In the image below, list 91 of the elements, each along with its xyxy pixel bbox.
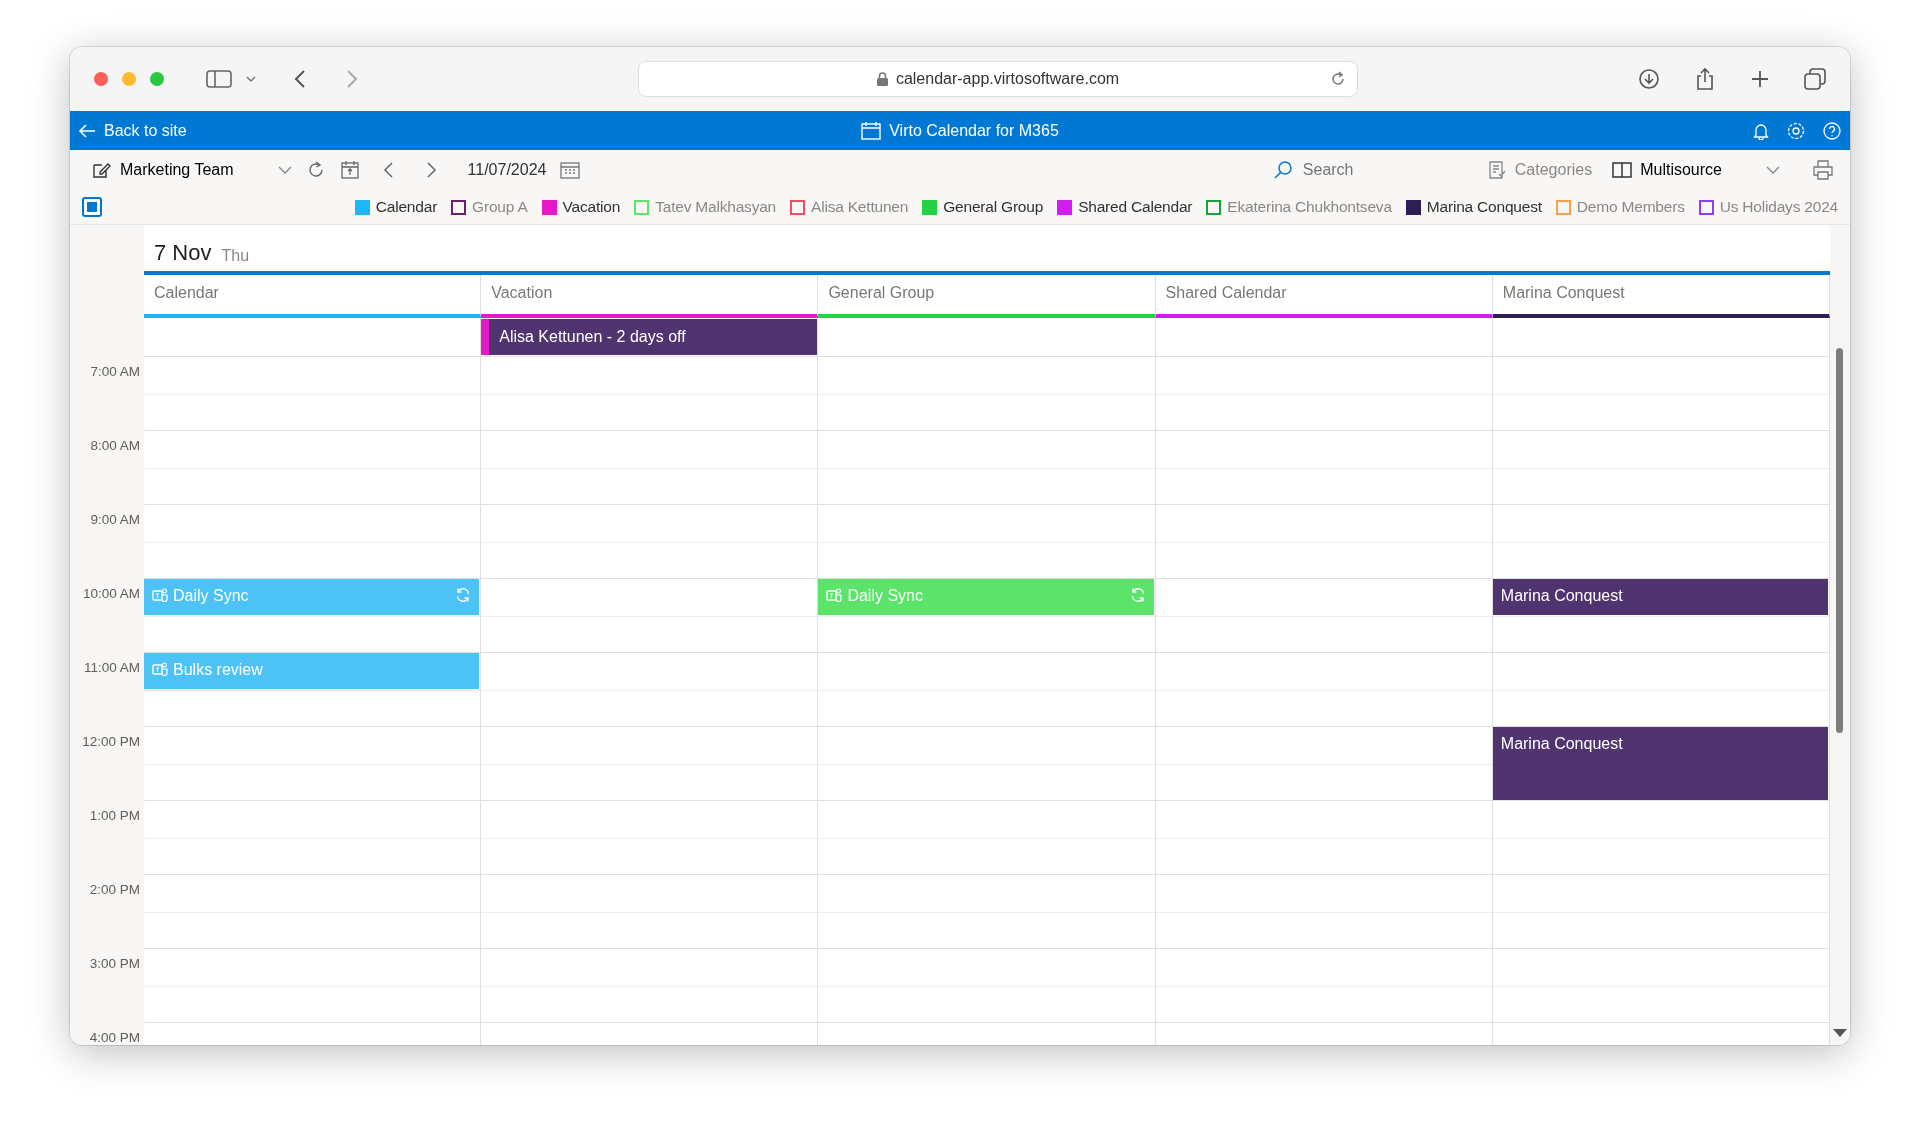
legend-swatch[interactable] — [354, 199, 370, 215]
chevron-down-icon[interactable] — [246, 75, 256, 83]
column-header: Shared Calendar — [1155, 275, 1493, 318]
legend-item[interactable]: Shared Calendar — [1057, 195, 1193, 219]
sidebar-icon[interactable] — [206, 69, 232, 89]
legend-swatch[interactable] — [1698, 199, 1714, 215]
url-text: calendar-app.virtosoftware.com — [895, 69, 1120, 89]
teams-icon — [152, 587, 168, 603]
calendar-icon[interactable] — [560, 161, 581, 179]
legend-label: Shared Calendar — [1078, 197, 1193, 218]
legend-label: Group A — [472, 197, 528, 218]
today-icon[interactable] — [339, 160, 360, 180]
time-label: 8:00 AM — [89, 437, 141, 455]
print-icon[interactable] — [1812, 159, 1834, 181]
teams-icon — [826, 587, 843, 603]
weekday: Thu — [221, 246, 250, 266]
back-link[interactable]: Back to site — [78, 118, 187, 143]
legend-swatch[interactable] — [922, 199, 938, 215]
scroll-down-icon[interactable] — [1833, 1029, 1847, 1037]
event-title: Daily Sync — [173, 586, 250, 606]
date-text: 11/07/2024 — [467, 160, 547, 180]
lock-icon — [876, 72, 888, 86]
help-icon[interactable] — [1822, 120, 1842, 141]
time-label: 12:00 PM — [81, 733, 141, 751]
time-label: 4:00 PM — [88, 1029, 141, 1045]
recurring-icon — [1129, 587, 1146, 603]
legend-swatch[interactable] — [1206, 199, 1222, 215]
legend-item[interactable]: General Group — [922, 195, 1044, 219]
share-icon[interactable] — [1694, 67, 1716, 91]
search-icon — [1272, 160, 1293, 180]
back-icon[interactable] — [294, 69, 306, 89]
legend-swatch[interactable] — [541, 199, 557, 215]
tabs-icon[interactable] — [1804, 68, 1826, 90]
chevron-down-icon[interactable] — [1766, 165, 1780, 175]
event-title: Marina Conquest — [1500, 586, 1624, 606]
legend-swatch[interactable] — [451, 199, 467, 215]
legend-item[interactable]: Marina Conquest — [1405, 195, 1542, 219]
legend-swatch[interactable] — [1405, 199, 1421, 215]
legend-item[interactable]: Calendar — [354, 195, 438, 219]
chevron-down-icon[interactable] — [277, 165, 292, 175]
legend-label: Demo Members — [1576, 197, 1685, 218]
calendar-icon — [861, 121, 882, 140]
scrollbar-thumb[interactable] — [1836, 348, 1843, 733]
download-icon[interactable] — [1638, 68, 1660, 90]
legend-label: Tatev Malkhasyan — [655, 197, 777, 218]
event-title: Bulks review — [173, 660, 264, 680]
close-icon[interactable] — [94, 72, 108, 86]
column-header: General Group — [818, 275, 1156, 318]
legend-label: Calendar — [375, 197, 438, 218]
legend-label: Vacation — [562, 197, 621, 218]
edit-icon — [92, 161, 112, 179]
all-day-event[interactable]: Alisa Kettunen - 2 days off — [481, 319, 818, 355]
mode-selector[interactable]: Multisource — [1612, 158, 1722, 182]
teams-icon — [152, 661, 168, 677]
next-icon[interactable] — [425, 161, 438, 179]
event[interactable]: Marina Conquest — [1492, 727, 1828, 800]
legend-label: Marina Conquest — [1426, 197, 1542, 218]
recurring-icon — [455, 587, 472, 603]
time-label: 9:00 AM — [89, 511, 141, 529]
reload-icon[interactable] — [1329, 70, 1347, 88]
view-selector[interactable]: Marketing Team — [92, 158, 234, 182]
arrow-left-icon — [78, 122, 96, 139]
legend-label: General Group — [943, 197, 1044, 218]
legend-swatch[interactable] — [790, 199, 806, 215]
time-label: 2:00 PM — [88, 881, 141, 899]
time-label: 10:00 AM — [81, 585, 141, 603]
list-icon — [1486, 160, 1507, 180]
legend-label: Us Holidays 2024 — [1719, 197, 1838, 218]
time-label: 3:00 PM — [88, 955, 141, 973]
event-title: Marina Conquest — [1500, 734, 1624, 754]
day-date: 7 Nov — [154, 239, 212, 267]
address-bar[interactable]: calendar-app.virtosoftware.com — [638, 61, 1358, 97]
column-header: Calendar — [144, 275, 482, 318]
plus-icon[interactable] — [1750, 69, 1770, 89]
time-label: 7:00 AM — [89, 363, 141, 381]
time-label: 1:00 PM — [88, 807, 141, 825]
legend-swatch[interactable] — [1555, 199, 1571, 215]
bell-icon[interactable] — [1752, 121, 1770, 140]
legend-label: Ekaterina Chukhontseva — [1227, 197, 1392, 218]
legend-swatch[interactable] — [1057, 199, 1073, 215]
search-input[interactable]: Search — [1300, 157, 1451, 183]
app-title: Virto Calendar for M365 — [889, 120, 1059, 141]
legend-item[interactable]: Vacation — [541, 195, 621, 219]
select-all-checkbox[interactable] — [82, 197, 102, 217]
columns-icon — [1612, 161, 1633, 179]
legend-label: Alisa Kettunen — [811, 197, 909, 218]
event[interactable]: Marina Conquest — [1492, 579, 1828, 615]
event-title: Daily Sync — [847, 586, 924, 606]
settings-icon[interactable] — [1786, 120, 1806, 141]
time-label: 11:00 AM — [82, 659, 141, 677]
previous-icon[interactable] — [381, 161, 394, 179]
